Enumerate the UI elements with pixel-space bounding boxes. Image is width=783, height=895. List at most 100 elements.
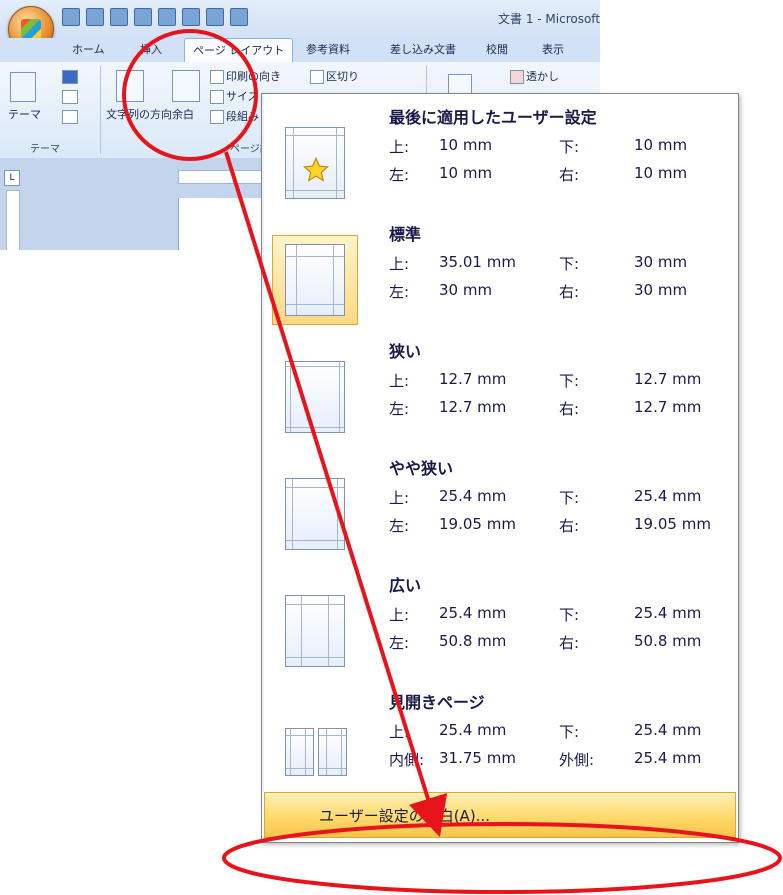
window-title: 文書 1 - Microsoft [498,12,600,26]
margin-label: 左: [389,517,410,535]
breaks-button-label[interactable]: 区切り [326,68,359,84]
margin-value: 50.8 mm [634,632,702,650]
tab-selector[interactable]: L [4,170,20,186]
right-page-icon [318,728,347,776]
watermark-icon[interactable] [510,70,524,84]
margin-label: 上: [389,723,410,741]
undo-icon[interactable] [134,8,152,26]
margin-label: 右: [559,517,580,535]
margin-preset-narrow[interactable]: 狭い 上: 12.7 mm 下: 12.7 mm 左: 12.7 mm 右: 1… [262,328,738,440]
ribbon-tabs: ホーム 挿入 ページ レイアウト 参考資料 差し込み文書 校閲 表示 [0,38,600,64]
tab-home[interactable]: ホーム [72,41,105,57]
size-button-label[interactable]: サイズ [226,88,259,104]
margin-value: 25.4 mm [439,487,507,505]
margin-thumbnail [272,469,358,559]
new-document-icon[interactable] [62,8,80,26]
margin-value: 10 mm [634,136,688,154]
theme-group-label: テーマ [30,144,60,155]
margin-label: 下: [559,372,580,390]
margin-preset-moderate[interactable]: やや狭い 上: 25.4 mm 下: 25.4 mm 左: 19.05 mm 右… [262,445,738,557]
margin-value: 19.05 mm [439,515,516,533]
margin-value: 25.4 mm [634,604,702,622]
columns-button-label[interactable]: 段組み [226,108,259,124]
margin-label: 右: [559,283,580,301]
print-preview-icon[interactable] [182,8,200,26]
margin-value: 50.8 mm [439,632,507,650]
font-icon[interactable] [206,8,224,26]
text-direction-button-label[interactable]: 文字列の方向 [106,106,172,122]
theme-effects-icon[interactable] [62,110,78,124]
margins-button-label[interactable]: 余白 [172,106,194,122]
margin-label: 内側: [389,751,425,769]
margin-value: 12.7 mm [439,370,507,388]
margin-label: 上: [389,372,410,390]
margin-value: 10 mm [634,164,688,182]
margin-label: 下: [559,489,580,507]
margin-value: 10 mm [439,164,493,182]
margin-value: 12.7 mm [634,398,702,416]
preset-name: 狭い [389,342,422,361]
columns-icon[interactable] [210,110,224,124]
preset-name: やや狭い [389,459,454,478]
margin-value: 31.75 mm [439,749,516,767]
quick-access-icons [62,8,248,26]
quick-access-toolbar: 文書 1 - Microsoft [0,0,600,38]
preset-name: 標準 [389,225,422,244]
orientation-icon[interactable] [210,70,224,84]
margin-preset-mirrored[interactable]: 見開きページ 上: 25.4 mm 下: 25.4 mm 内側: 31.75 m… [262,679,738,791]
group-divider [100,66,101,154]
theme-button-label[interactable]: テーマ [8,106,41,122]
tab-view[interactable]: 表示 [542,41,564,57]
redo-icon[interactable] [158,8,176,26]
margins-dropdown: 最後に適用したユーザー設定 上: 10 mm 下: 10 mm 左: 10 mm… [261,93,739,843]
custom-margins-button[interactable]: ユーザー設定の余白(A)... [264,792,736,838]
margin-preset-wide[interactable]: 広い 上: 25.4 mm 下: 25.4 mm 左: 50.8 mm 右: 5… [262,562,738,674]
theme-fonts-icon[interactable] [62,90,78,104]
page-margin-icon [285,595,345,667]
margin-value: 25.4 mm [634,721,702,739]
margin-label: 外側: [559,751,595,769]
size-icon[interactable] [210,90,224,104]
margin-label: 右: [559,166,580,184]
orientation-button-label[interactable]: 印刷の向き [226,68,281,84]
margin-value: 30 mm [439,281,493,299]
watermark-button-label[interactable]: 透かし [526,68,559,84]
breaks-icon[interactable] [310,70,324,84]
page-margin-icon [285,244,345,316]
margin-label: 左: [389,400,410,418]
open-folder-icon[interactable] [86,8,104,26]
tab-references[interactable]: 参考資料 [306,41,350,57]
tab-insert[interactable]: 挿入 [140,41,162,57]
margin-thumbnail [272,235,358,325]
margin-label: 左: [389,634,410,652]
margin-thumbnail [272,118,358,208]
margin-label: 右: [559,400,580,418]
tab-mailings[interactable]: 差し込み文書 [390,41,456,57]
save-icon[interactable] [110,8,128,26]
office-logo-icon [21,19,41,39]
theme-icon[interactable] [10,72,36,102]
margin-value: 19.05 mm [634,515,711,533]
preset-name: 最後に適用したユーザー設定 [389,108,597,127]
margin-preset-normal[interactable]: 標準 上: 35.01 mm 下: 30 mm 左: 30 mm 右: 30 m… [262,211,738,325]
vertical-ruler[interactable] [6,190,20,250]
margin-value: 25.4 mm [634,487,702,505]
tab-review[interactable]: 校閲 [486,41,508,57]
page-margin-icon [285,361,345,433]
margin-value: 25.4 mm [634,749,702,767]
margin-label: 下: [559,255,580,273]
margin-label: 右: [559,634,580,652]
margin-label: 下: [559,138,580,156]
text-direction-icon[interactable] [116,70,144,102]
margin-thumbnail [272,352,358,442]
margin-label: 左: [389,283,410,301]
margin-label: 上: [389,138,410,156]
paste-icon[interactable] [230,8,248,26]
margin-label: 下: [559,723,580,741]
margin-preset-last-custom[interactable]: 最後に適用したユーザー設定 上: 10 mm 下: 10 mm 左: 10 mm… [262,94,738,206]
tab-page-layout[interactable]: ページ レイアウト [184,38,294,64]
preset-name: 広い [389,576,422,595]
margins-icon[interactable] [172,70,200,102]
theme-colors-icon[interactable] [62,70,78,84]
margin-label: 上: [389,489,410,507]
